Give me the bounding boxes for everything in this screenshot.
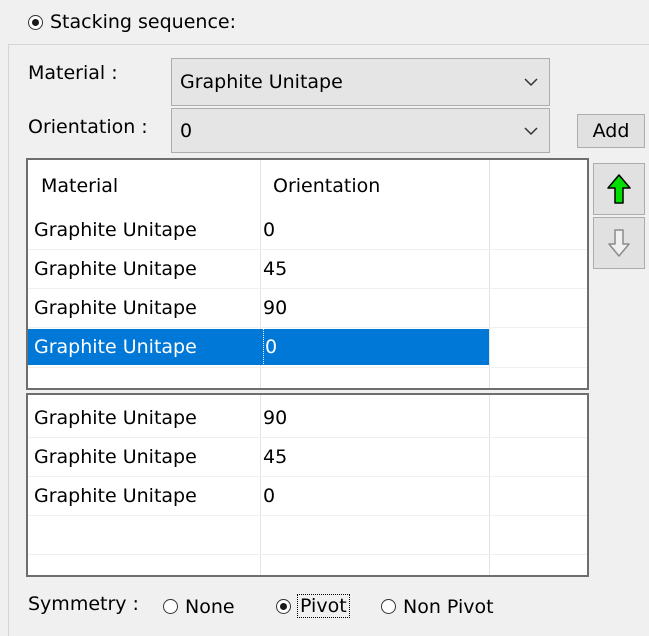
row-material: Graphite Unitape — [34, 258, 197, 280]
group-border — [8, 44, 649, 45]
row-orientation: 90 — [263, 297, 288, 319]
table-row: Graphite Unitape 0 — [28, 477, 587, 515]
row-material: Graphite Unitape — [34, 219, 197, 241]
stacking-table[interactable]: Material Orientation Graphite Unitape 0 … — [26, 158, 589, 390]
orientation-dropdown[interactable]: 0 — [171, 108, 550, 153]
orientation-dropdown-value: 0 — [180, 119, 193, 142]
row-orientation: 0 — [263, 328, 277, 366]
orientation-label: Orientation : — [28, 116, 148, 138]
column-header-orientation[interactable]: Orientation — [273, 164, 380, 208]
row-orientation: 0 — [263, 485, 276, 507]
table-row: Graphite Unitape 90 — [28, 399, 587, 437]
row-orientation: 0 — [263, 219, 276, 241]
row-material: Graphite Unitape — [34, 336, 197, 358]
symmetry-label: Symmetry : — [28, 593, 139, 615]
chevron-down-icon — [524, 78, 538, 87]
add-button[interactable]: Add — [577, 114, 645, 148]
table-row: Graphite Unitape 45 — [28, 438, 587, 476]
row-separator — [28, 515, 587, 516]
move-up-button[interactable] — [593, 163, 645, 215]
row-orientation: 90 — [263, 407, 288, 429]
symmetry-pivot-radio[interactable] — [276, 599, 291, 614]
row-material: Graphite Unitape — [34, 485, 197, 507]
table-header: Material Orientation — [28, 164, 587, 208]
symmetry-non-pivot-label[interactable]: Non Pivot — [403, 596, 494, 618]
symmetry-none-label[interactable]: None — [185, 596, 235, 618]
chevron-down-icon — [524, 126, 538, 135]
material-label: Material : — [28, 62, 118, 84]
symmetric-table: Graphite Unitape 90 Graphite Unitape 45 … — [26, 393, 589, 577]
row-separator — [28, 554, 587, 555]
row-orientation: 45 — [263, 446, 288, 468]
row-material: Graphite Unitape — [34, 446, 197, 468]
material-dropdown[interactable]: Graphite Unitape — [171, 58, 550, 106]
column-header-material[interactable]: Material — [41, 164, 118, 208]
arrow-down-icon — [608, 229, 630, 257]
symmetry-non-pivot-radio[interactable] — [381, 599, 396, 614]
row-material: Graphite Unitape — [34, 297, 197, 319]
symmetry-none-radio[interactable] — [163, 599, 178, 614]
row-orientation: 45 — [263, 258, 288, 280]
table-row[interactable]: Graphite Unitape 0 — [28, 211, 587, 249]
move-down-button[interactable] — [593, 217, 645, 269]
stacking-sequence-radio[interactable] — [28, 15, 43, 30]
row-material: Graphite Unitape — [34, 407, 197, 429]
symmetry-pivot-label[interactable]: Pivot — [297, 594, 350, 618]
group-border-left — [8, 44, 9, 636]
row-separator — [28, 367, 587, 368]
stacking-sequence-label: Stacking sequence: — [50, 11, 236, 33]
material-dropdown-value: Graphite Unitape — [180, 71, 343, 93]
table-row[interactable]: Graphite Unitape 90 — [28, 289, 587, 327]
add-button-label: Add — [592, 120, 630, 142]
table-row[interactable]: Graphite Unitape 45 — [28, 250, 587, 288]
arrow-up-icon — [607, 174, 631, 204]
table-row-selected[interactable]: Graphite Unitape 0 — [28, 328, 587, 366]
